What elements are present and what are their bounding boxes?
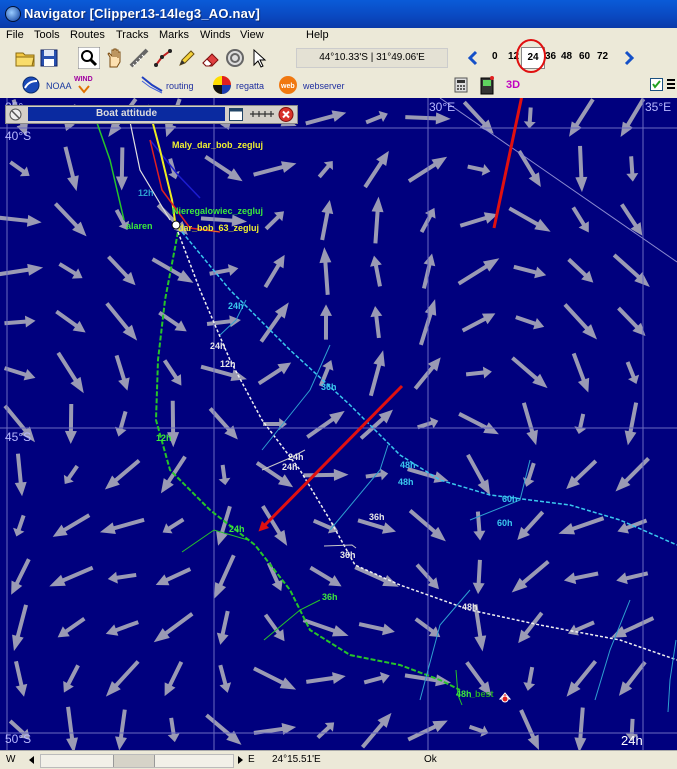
cyan-label-48h-b: 48h <box>398 477 414 487</box>
panel-title: Boat attitude <box>28 107 225 121</box>
regatta-label[interactable]: regatta <box>236 81 264 91</box>
best-route-label: _best <box>469 689 494 699</box>
lat-label-40: 40°S <box>5 129 31 143</box>
panel-close-icon[interactable] <box>278 107 294 122</box>
scroll-right-icon[interactable] <box>234 754 246 766</box>
target-icon[interactable] <box>224 47 246 69</box>
hour-60[interactable]: 60 <box>579 51 590 62</box>
boat-label-maly-dar[interactable]: Maly_dar_bob_zegluj <box>172 140 263 150</box>
panel-dock-icon[interactable] <box>248 108 276 121</box>
menu-routes[interactable]: Routes <box>70 29 105 41</box>
white-label-36h-b: 36h <box>340 550 356 560</box>
white-label-12h: 12h <box>220 359 236 369</box>
scroll-left-icon[interactable] <box>26 754 38 766</box>
measure-ruler-icon[interactable] <box>128 47 150 69</box>
cyan-label-60h-b: 60h <box>497 518 513 528</box>
menu-tracks[interactable]: Tracks <box>116 29 149 41</box>
status-w: W <box>6 754 16 765</box>
menu-file[interactable]: File <box>6 29 24 41</box>
forecast-time-label: 24h <box>621 733 643 748</box>
lon-label-30: 30°E <box>429 100 455 114</box>
3d-view-button[interactable]: 3D <box>506 79 520 91</box>
regatta-icon[interactable] <box>212 75 232 95</box>
status-state: Ok <box>424 754 437 765</box>
boat-position-marker[interactable] <box>171 220 181 230</box>
boat-label-nieregalowiec[interactable]: Nieregalowiec_zegluj <box>172 206 263 216</box>
status-bar: W E 24°15.51'E Ok <box>0 750 677 769</box>
app-globe-icon <box>5 6 21 22</box>
cyan-label-48h-a: 48h <box>400 460 416 470</box>
cyan-label-36h: 36h <box>321 382 337 392</box>
cyan-label-60h-a: 60h <box>502 494 518 504</box>
white-label-24h-b: 24h <box>288 452 304 462</box>
window-titlebar[interactable]: Navigator [Clipper13-14leg3_AO.nav] <box>0 0 677 28</box>
calculator-icon[interactable] <box>454 77 468 93</box>
white-label-48h: 48h <box>462 602 478 612</box>
noaa-icon[interactable] <box>22 76 40 94</box>
menu-marks[interactable]: Marks <box>159 29 189 41</box>
lat-label-45: 45°S <box>5 430 31 444</box>
secondary-toolbar: NOAA WIND routing regatta web webserver … <box>0 72 677 98</box>
wind-label[interactable]: WIND <box>74 76 93 83</box>
menu-view[interactable]: View <box>240 29 264 41</box>
main-toolbar: 44°10.33'S | 31°49.06'E 0 12 24 36 48 60… <box>0 44 677 73</box>
lat-label-50: 50°S <box>5 732 31 746</box>
white-label-36h-a: 36h <box>369 512 385 522</box>
route-draw-icon[interactable] <box>152 47 174 69</box>
noaa-label[interactable]: NOAA <box>46 81 72 91</box>
next-time-arrow-icon[interactable] <box>622 47 636 69</box>
menu-winds[interactable]: Winds <box>200 29 231 41</box>
lon-label-35: 35°E <box>645 100 671 114</box>
routing-icon[interactable] <box>140 75 164 95</box>
panel-window-icon[interactable] <box>229 108 243 121</box>
boat-label-dar-bob-63[interactable]: dar_bob_63_zegluj <box>178 223 259 233</box>
boat-time-label-12h: 12h <box>138 188 154 198</box>
cyan-label-24h: 24h <box>228 301 244 311</box>
window-title: Navigator [Clipper13-14leg3_AO.nav] <box>24 6 261 21</box>
menu-tools[interactable]: Tools <box>34 29 60 41</box>
status-longitude: 24°15.51'E <box>272 754 321 765</box>
routing-label[interactable]: routing <box>166 81 194 91</box>
menu-lines-icon[interactable] <box>666 78 676 91</box>
white-label-24h-a: 24h <box>210 341 226 351</box>
boat-attitude-panel[interactable]: Boat attitude <box>5 105 298 124</box>
zoom-magnifier-icon[interactable] <box>78 47 100 69</box>
boat-label-alaren[interactable]: alaren <box>126 221 153 231</box>
save-disk-icon[interactable] <box>38 47 60 69</box>
status-e: E <box>248 754 255 765</box>
wind-arrow-icon <box>78 85 90 94</box>
panel-no-entry-icon[interactable] <box>9 108 22 121</box>
webserver-label[interactable]: webserver <box>303 81 345 91</box>
chart-map[interactable]: 40°S 45°S 50°S 30°E 35°E 25° <box>0 98 677 750</box>
scrollbar-thumb[interactable] <box>113 755 155 767</box>
pencil-icon[interactable] <box>176 47 198 69</box>
green-label-36h: 36h <box>322 592 338 602</box>
select-arrow-icon[interactable] <box>248 47 270 69</box>
cursor-position-readout: 44°10.33'S | 31°49.06'E <box>296 48 448 68</box>
checkbox-checked-icon[interactable] <box>650 78 663 91</box>
gps-device-icon[interactable] <box>478 75 496 95</box>
destination-buoy-base <box>501 695 509 703</box>
menu-bar: File Tools Routes Tracks Marks Winds Vie… <box>0 28 677 44</box>
open-folder-icon[interactable] <box>14 47 36 69</box>
hour-72[interactable]: 72 <box>597 51 608 62</box>
eraser-icon[interactable] <box>200 47 222 69</box>
green-label-24h: 24h <box>229 524 245 534</box>
previous-time-arrow-icon[interactable] <box>466 47 480 69</box>
hour-0[interactable]: 0 <box>492 51 498 62</box>
horizontal-scrollbar[interactable] <box>40 754 234 768</box>
green-label-12h: 12h <box>156 433 172 443</box>
map-canvas[interactable]: 40°S 45°S 50°S 30°E 35°E 25° <box>0 98 677 750</box>
white-label-24h-c: 24h <box>282 462 298 472</box>
pan-hand-icon[interactable] <box>104 47 126 69</box>
sea-background <box>0 98 677 750</box>
webserver-icon[interactable]: web <box>278 75 298 95</box>
annotation-circle-icon <box>516 39 546 73</box>
svg-text:web: web <box>280 83 295 90</box>
menu-help[interactable]: Help <box>306 29 329 41</box>
hour-48[interactable]: 48 <box>561 51 572 62</box>
